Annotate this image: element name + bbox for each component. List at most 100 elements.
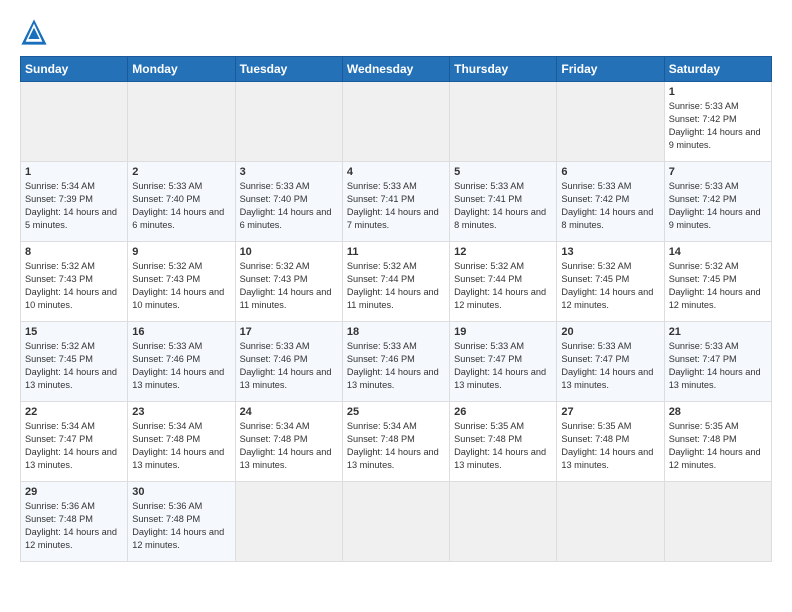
day-number: 26 [454, 406, 552, 418]
calendar-cell: 21 Sunrise: 5:33 AMSunset: 7:47 PMDaylig… [664, 322, 771, 402]
day-info: Sunrise: 5:34 AMSunset: 7:48 PMDaylight:… [132, 421, 224, 470]
logo [20, 18, 50, 46]
calendar-cell [557, 82, 664, 162]
week-row-1: 1 Sunrise: 5:34 AMSunset: 7:39 PMDayligh… [21, 162, 772, 242]
calendar-cell [450, 82, 557, 162]
calendar-cell: 11 Sunrise: 5:32 AMSunset: 7:44 PMDaylig… [342, 242, 449, 322]
calendar-cell: 4 Sunrise: 5:33 AMSunset: 7:41 PMDayligh… [342, 162, 449, 242]
calendar-cell [342, 482, 449, 562]
day-info: Sunrise: 5:35 AMSunset: 7:48 PMDaylight:… [454, 421, 546, 470]
calendar-cell: 15 Sunrise: 5:32 AMSunset: 7:45 PMDaylig… [21, 322, 128, 402]
calendar-cell: 6 Sunrise: 5:33 AMSunset: 7:42 PMDayligh… [557, 162, 664, 242]
day-info: Sunrise: 5:32 AMSunset: 7:43 PMDaylight:… [240, 261, 332, 310]
calendar-cell: 23 Sunrise: 5:34 AMSunset: 7:48 PMDaylig… [128, 402, 235, 482]
day-info: Sunrise: 5:32 AMSunset: 7:43 PMDaylight:… [25, 261, 117, 310]
generalblue-icon [20, 18, 48, 46]
day-number: 18 [347, 326, 445, 338]
calendar-cell: 25 Sunrise: 5:34 AMSunset: 7:48 PMDaylig… [342, 402, 449, 482]
day-info: Sunrise: 5:34 AMSunset: 7:39 PMDaylight:… [25, 181, 117, 230]
calendar-cell [342, 82, 449, 162]
calendar-cell: 9 Sunrise: 5:32 AMSunset: 7:43 PMDayligh… [128, 242, 235, 322]
calendar-cell: 13 Sunrise: 5:32 AMSunset: 7:45 PMDaylig… [557, 242, 664, 322]
day-number: 4 [347, 166, 445, 178]
col-header-tuesday: Tuesday [235, 57, 342, 82]
col-header-monday: Monday [128, 57, 235, 82]
calendar-cell: 28 Sunrise: 5:35 AMSunset: 7:48 PMDaylig… [664, 402, 771, 482]
day-number: 16 [132, 326, 230, 338]
day-number: 12 [454, 246, 552, 258]
calendar-cell: 18 Sunrise: 5:33 AMSunset: 7:46 PMDaylig… [342, 322, 449, 402]
day-info: Sunrise: 5:32 AMSunset: 7:44 PMDaylight:… [347, 261, 439, 310]
col-header-friday: Friday [557, 57, 664, 82]
day-info: Sunrise: 5:36 AMSunset: 7:48 PMDaylight:… [132, 501, 224, 550]
day-number: 23 [132, 406, 230, 418]
day-number: 15 [25, 326, 123, 338]
day-number: 28 [669, 406, 767, 418]
day-number: 25 [347, 406, 445, 418]
week-row-4: 22 Sunrise: 5:34 AMSunset: 7:47 PMDaylig… [21, 402, 772, 482]
calendar-cell: 26 Sunrise: 5:35 AMSunset: 7:48 PMDaylig… [450, 402, 557, 482]
day-number: 5 [454, 166, 552, 178]
col-header-saturday: Saturday [664, 57, 771, 82]
header [20, 18, 772, 46]
day-info: Sunrise: 5:35 AMSunset: 7:48 PMDaylight:… [561, 421, 653, 470]
calendar-cell: 3 Sunrise: 5:33 AMSunset: 7:40 PMDayligh… [235, 162, 342, 242]
day-info: Sunrise: 5:32 AMSunset: 7:45 PMDaylight:… [561, 261, 653, 310]
calendar-cell: 8 Sunrise: 5:32 AMSunset: 7:43 PMDayligh… [21, 242, 128, 322]
day-number: 11 [347, 246, 445, 258]
day-number: 30 [132, 486, 230, 498]
week-row-2: 8 Sunrise: 5:32 AMSunset: 7:43 PMDayligh… [21, 242, 772, 322]
page: SundayMondayTuesdayWednesdayThursdayFrid… [0, 0, 792, 612]
calendar-cell: 29 Sunrise: 5:36 AMSunset: 7:48 PMDaylig… [21, 482, 128, 562]
day-info: Sunrise: 5:33 AMSunset: 7:42 PMDaylight:… [669, 181, 761, 230]
day-info: Sunrise: 5:32 AMSunset: 7:43 PMDaylight:… [132, 261, 224, 310]
day-number: 29 [25, 486, 123, 498]
header-row: SundayMondayTuesdayWednesdayThursdayFrid… [21, 57, 772, 82]
day-info: Sunrise: 5:33 AMSunset: 7:42 PMDaylight:… [561, 181, 653, 230]
day-info: Sunrise: 5:33 AMSunset: 7:46 PMDaylight:… [240, 341, 332, 390]
day-info: Sunrise: 5:32 AMSunset: 7:45 PMDaylight:… [25, 341, 117, 390]
calendar-cell: 14 Sunrise: 5:32 AMSunset: 7:45 PMDaylig… [664, 242, 771, 322]
week-row-0: 1 Sunrise: 5:33 AMSunset: 7:42 PMDayligh… [21, 82, 772, 162]
calendar-cell: 17 Sunrise: 5:33 AMSunset: 7:46 PMDaylig… [235, 322, 342, 402]
day-number: 10 [240, 246, 338, 258]
calendar-table: SundayMondayTuesdayWednesdayThursdayFrid… [20, 56, 772, 562]
day-info: Sunrise: 5:33 AMSunset: 7:47 PMDaylight:… [669, 341, 761, 390]
calendar-cell: 1 Sunrise: 5:33 AMSunset: 7:42 PMDayligh… [664, 82, 771, 162]
day-info: Sunrise: 5:34 AMSunset: 7:48 PMDaylight:… [240, 421, 332, 470]
calendar-cell: 7 Sunrise: 5:33 AMSunset: 7:42 PMDayligh… [664, 162, 771, 242]
day-number: 7 [669, 166, 767, 178]
day-info: Sunrise: 5:33 AMSunset: 7:46 PMDaylight:… [347, 341, 439, 390]
calendar-cell: 12 Sunrise: 5:32 AMSunset: 7:44 PMDaylig… [450, 242, 557, 322]
day-number: 9 [132, 246, 230, 258]
day-info: Sunrise: 5:32 AMSunset: 7:44 PMDaylight:… [454, 261, 546, 310]
day-number: 1 [25, 166, 123, 178]
day-number: 21 [669, 326, 767, 338]
calendar-cell: 19 Sunrise: 5:33 AMSunset: 7:47 PMDaylig… [450, 322, 557, 402]
day-number: 6 [561, 166, 659, 178]
col-header-wednesday: Wednesday [342, 57, 449, 82]
day-info: Sunrise: 5:33 AMSunset: 7:47 PMDaylight:… [454, 341, 546, 390]
day-info: Sunrise: 5:34 AMSunset: 7:48 PMDaylight:… [347, 421, 439, 470]
calendar-cell: 22 Sunrise: 5:34 AMSunset: 7:47 PMDaylig… [21, 402, 128, 482]
calendar-cell [21, 82, 128, 162]
calendar-cell: 5 Sunrise: 5:33 AMSunset: 7:41 PMDayligh… [450, 162, 557, 242]
calendar-cell: 27 Sunrise: 5:35 AMSunset: 7:48 PMDaylig… [557, 402, 664, 482]
day-number: 27 [561, 406, 659, 418]
day-number: 3 [240, 166, 338, 178]
week-row-3: 15 Sunrise: 5:32 AMSunset: 7:45 PMDaylig… [21, 322, 772, 402]
day-info: Sunrise: 5:33 AMSunset: 7:40 PMDaylight:… [132, 181, 224, 230]
day-info: Sunrise: 5:36 AMSunset: 7:48 PMDaylight:… [25, 501, 117, 550]
day-number: 13 [561, 246, 659, 258]
calendar-cell [235, 482, 342, 562]
calendar-cell: 16 Sunrise: 5:33 AMSunset: 7:46 PMDaylig… [128, 322, 235, 402]
day-number: 17 [240, 326, 338, 338]
day-number: 2 [132, 166, 230, 178]
col-header-sunday: Sunday [21, 57, 128, 82]
day-info: Sunrise: 5:33 AMSunset: 7:40 PMDaylight:… [240, 181, 332, 230]
day-number: 19 [454, 326, 552, 338]
calendar-cell [664, 482, 771, 562]
calendar-cell [450, 482, 557, 562]
day-info: Sunrise: 5:33 AMSunset: 7:46 PMDaylight:… [132, 341, 224, 390]
calendar-cell: 2 Sunrise: 5:33 AMSunset: 7:40 PMDayligh… [128, 162, 235, 242]
